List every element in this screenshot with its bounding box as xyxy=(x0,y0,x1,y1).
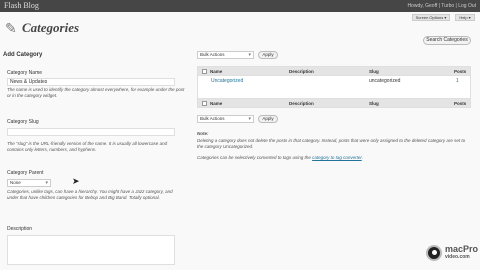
category-name-input[interactable]: News & Updates xyxy=(7,78,175,86)
note-text: Deleting a category does not delete the … xyxy=(197,138,466,149)
description-label: Description xyxy=(7,226,33,232)
convert-note-prefix: Categories can be selectively converted … xyxy=(197,155,311,160)
column-posts[interactable]: Posts xyxy=(454,68,466,75)
convert-note: Categories can be selectively converted … xyxy=(197,155,472,161)
bulk-actions-select-top[interactable]: Bulk Actions xyxy=(197,51,254,59)
category-parent-help: Categories, unlike tags, can have a hier… xyxy=(7,189,173,200)
category-name-link[interactable]: Uncategorized xyxy=(211,78,243,84)
select-all-checkbox-bottom[interactable] xyxy=(202,101,207,106)
table-row: Uncategorized uncategorized 1 xyxy=(197,76,471,98)
category-slug-label: Category Slug xyxy=(7,119,39,125)
apply-button-top[interactable]: Apply xyxy=(258,51,278,59)
category-name-label: Category Name xyxy=(7,70,43,76)
mouse-cursor-icon: ➤ xyxy=(72,176,80,186)
column-description[interactable]: Description xyxy=(289,68,314,75)
screen-options-button[interactable]: Screen Options ▾ xyxy=(412,14,450,21)
select-all-checkbox-top[interactable] xyxy=(202,69,207,74)
macprovideo-watermark: macPro video.com xyxy=(426,242,479,264)
add-category-heading: Add Category xyxy=(3,52,43,58)
category-slug-help: The “slug” is the URL-friendly version o… xyxy=(7,141,168,152)
admin-bar: Flash Blog Howdy, Geoff | Turbo | Log Ou… xyxy=(0,0,480,12)
watermark-brand-bottom: video.com xyxy=(445,254,470,260)
table-footer: Name Description Slug Posts xyxy=(197,98,471,108)
convert-note-suffix: . xyxy=(361,155,363,160)
watermark-brand-top: macPro xyxy=(445,244,479,254)
description-textarea[interactable] xyxy=(7,235,175,265)
column-description[interactable]: Description xyxy=(289,100,314,107)
category-posts-count[interactable]: 1 xyxy=(456,78,459,84)
table-header: Name Description Slug Posts xyxy=(197,66,471,76)
page-title: Categories xyxy=(22,20,80,35)
macprovideo-logo-icon xyxy=(426,245,442,261)
category-to-tag-converter-link[interactable]: category to tag converter xyxy=(312,155,362,160)
category-parent-label: Category Parent xyxy=(7,170,44,176)
bulk-actions-select-bottom[interactable]: Bulk Actions xyxy=(197,115,254,123)
column-slug[interactable]: Slug xyxy=(369,100,379,107)
column-slug[interactable]: Slug xyxy=(369,68,379,75)
note-heading: Note: xyxy=(197,131,209,136)
user-links[interactable]: Howdy, Geoff | Turbo | Log Out xyxy=(407,0,476,12)
category-parent-select[interactable]: None xyxy=(7,179,51,187)
apply-button-bottom[interactable]: Apply xyxy=(258,115,278,123)
help-button[interactable]: Help ▾ xyxy=(455,14,475,21)
category-slug-input[interactable] xyxy=(7,128,175,136)
categories-icon: ✎ xyxy=(5,20,17,36)
category-slug: uncategorized xyxy=(369,78,401,84)
search-categories-button[interactable]: Search Categories xyxy=(423,36,471,45)
column-posts[interactable]: Posts xyxy=(454,100,466,107)
column-name[interactable]: Name xyxy=(210,68,222,75)
site-name[interactable]: Flash Blog xyxy=(4,0,39,12)
column-name[interactable]: Name xyxy=(210,100,222,107)
category-name-help: The name is used to identify the categor… xyxy=(7,87,185,98)
